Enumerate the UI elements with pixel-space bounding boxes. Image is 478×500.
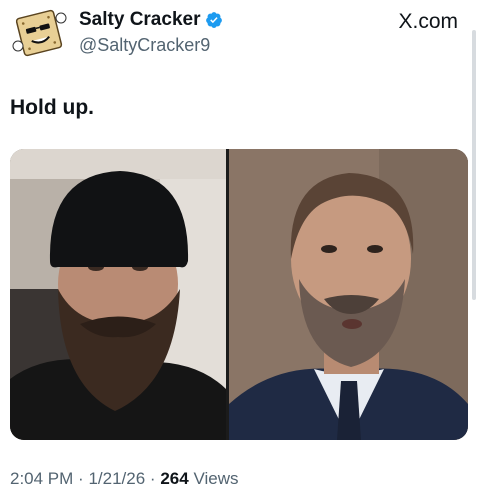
scrollbar[interactable] [472, 30, 476, 300]
author-display-name[interactable]: Salty Cracker [79, 9, 223, 31]
views-label: Views [193, 469, 239, 488]
views-count: 264 [160, 469, 189, 488]
site-label: X.com [398, 10, 458, 33]
tweet-media[interactable] [10, 149, 468, 440]
author-handle[interactable]: @SaltyCracker9 [79, 35, 210, 56]
cracker-cartoon-avatar-icon [12, 9, 67, 57]
author-avatar[interactable] [10, 6, 68, 60]
tweet-time: 2:04 PM [10, 469, 74, 488]
verified-badge-icon [205, 11, 223, 29]
tweet-meta: 2:04 PM · 1/21/26 · 264 Views [10, 469, 238, 489]
author-name-text: Salty Cracker [79, 9, 201, 30]
man-in-suit-photo[interactable] [229, 149, 468, 440]
tweet-date: 1/21/26 [88, 469, 146, 488]
meta-separator: · [149, 469, 156, 488]
meta-separator: · [78, 469, 84, 488]
man-in-black-beanie-photo[interactable] [10, 149, 226, 440]
tweet-text: Hold up. [10, 96, 94, 119]
